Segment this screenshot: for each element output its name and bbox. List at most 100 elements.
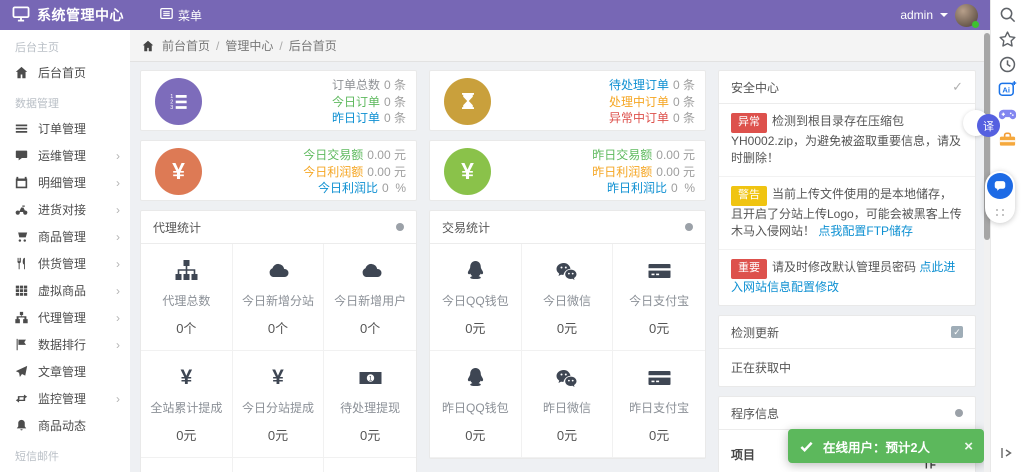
sidebar-item-ops[interactable]: 运维管理› [0,142,130,169]
stat-cell: 昨日支付宝0元 [613,351,705,458]
yen-icon: ¥ [155,148,202,195]
cloud-icon [235,258,322,284]
sidebar-item-dashboard[interactable]: 后台首页 [0,59,130,86]
sidebar-item-orders[interactable]: 订单管理 [0,115,130,142]
breadcrumb-item[interactable]: 管理中心 [225,37,273,54]
stat-label: 待处理订单 [609,78,669,92]
security-notice: 异常检测到根目录存在压缩包YH0002.zip，为避免被盗取重要信息，请及时删除… [719,104,975,176]
caret-down-icon [940,13,948,17]
bell-icon [15,419,29,432]
sidebar-item-goods[interactable]: 商品管理› [0,223,130,250]
stat-label: 今日利润比 [318,181,378,195]
stat-label: 订单总数 [332,78,380,92]
stat-label: 今日利润额 [303,165,363,179]
favorites-star-icon[interactable] [998,29,1018,49]
panel-title: 程序信息 [731,405,779,422]
panel-title: 代理统计 [153,219,201,236]
ai-assistant-icon[interactable]: Ai [998,79,1018,99]
list-icon [15,122,29,135]
chevron-right-icon: › [116,204,120,216]
svg-text:1: 1 [368,376,372,383]
yesterday-trade-card: ¥ 昨日交易额0.00 元 昨日利润额0.00 元 昨日利润比0 % [429,140,706,201]
yen-icon: ¥ [143,365,230,391]
browser-side-panel: Ai [990,0,1024,472]
sidebar-item-articles[interactable]: 文章管理 [0,358,130,385]
panel-dot-icon[interactable] [685,223,693,231]
sidebar-item-supply[interactable]: 供货管理› [0,250,130,277]
stat-label: 昨日交易额 [592,148,652,162]
ftp-config-link[interactable]: 点我配置FTP储存 [818,224,913,238]
toolbox-icon[interactable] [998,129,1018,149]
breadcrumb-separator: / [216,39,219,53]
stat-cell: 1 待处理提现0元 [324,351,416,458]
sidebar-item-monitoring[interactable]: 监控管理› [0,385,130,412]
search-icon[interactable] [998,4,1018,24]
qq-icon [432,258,519,284]
retweet-icon [15,392,29,405]
status-badge: 异常 [731,113,767,133]
trade-stats-panel: 交易统计 今日QQ钱包0元 今日微信0元 今日支付宝0元 [429,210,706,459]
sidebar-section-data: 数据管理 [0,86,130,115]
today-trade-card: ¥ 今日交易额0.00 元 今日利润额0.00 元 今日利润比0 % [140,140,417,201]
panel-dot-icon[interactable] [396,223,404,231]
security-notice: 重要请及时修改默认管理员密码 点此进入网站信息配置修改 [719,249,975,305]
stat-cell: 今日微信0元 [522,244,614,351]
stat-cell: 今日QQ钱包0元 [430,244,522,351]
avatar[interactable] [955,4,978,27]
menu-button[interactable]: 菜单 [150,0,212,30]
yen-icon: ¥ [444,148,491,195]
stat-cell: 今日新增分站0个 [233,244,325,351]
stat-cell: ¥ [233,458,325,472]
ai-label: Ai [1002,85,1010,94]
qq-icon [432,365,519,391]
svg-text:3: 3 [170,105,173,111]
sidebar-item-purchasing[interactable]: 进货对接› [0,196,130,223]
expand-panel-icon[interactable] [998,445,1014,464]
app-title: 系统管理中心 [37,5,124,25]
motorcycle-icon [15,203,29,216]
wechat-icon [524,365,611,391]
sidebar-item-agents[interactable]: 代理管理› [0,304,130,331]
ordered-list-icon: 123 [155,78,202,125]
top-header-bar: 系统管理中心 菜单 admin [0,0,990,30]
history-clock-icon[interactable] [998,54,1018,74]
sidebar-item-details[interactable]: 明细管理› [0,169,130,196]
security-center-panel: 安全中心✓ 异常检测到根目录存在压缩包YH0002.zip，为避免被盗取重要信息… [718,70,976,306]
panel-title: 安全中心 [731,79,779,96]
user-menu[interactable]: admin [900,4,990,27]
assistant-fab[interactable] [985,171,1015,223]
checkbox-icon[interactable]: ✓ [951,326,963,338]
drag-handle-icon[interactable] [996,209,998,211]
calendar-icon [15,176,29,189]
chevron-right-icon: › [116,258,120,270]
chevron-right-icon: › [116,177,120,189]
sidebar-item-product-updates[interactable]: 商品动态 [0,412,130,439]
sidebar-section-home: 后台主页 [0,30,130,59]
wechat-icon [524,258,611,284]
yen-icon: ¥ [235,365,322,391]
panel-dot-icon[interactable] [955,409,963,417]
main-content: 前台首页 / 管理中心 / 后台首页 123 订单总数0 条 今日订单0 条 昨… [130,30,984,472]
money-bill-icon: 1 [326,365,414,391]
cutlery-icon [15,257,29,270]
stat-cell: ¥ 全站累计提成0元 [141,351,233,458]
chat-bubble-icon[interactable] [987,173,1013,199]
cart-icon [15,230,29,243]
breadcrumb-item[interactable]: 前台首页 [162,37,210,54]
update-check-panel: 检测更新✓ 正在获取中 [718,315,976,387]
translate-icon[interactable]: 译 [977,114,1000,137]
breadcrumb-item[interactable]: 后台首页 [289,37,337,54]
sidebar-item-virtual-goods[interactable]: 虚拟商品› [0,277,130,304]
flag-icon [15,338,29,351]
security-notice: 警告当前上传文件使用的是本地储存，且开启了分站上传Logo，可能会被黑客上传木马… [719,176,975,249]
stat-label: 异常中订单 [609,111,669,125]
sidebar-item-rankings[interactable]: 数据排行› [0,331,130,358]
games-controller-icon[interactable] [998,104,1018,124]
panel-title: 检测更新 [731,324,779,341]
app-brand[interactable]: 系统管理中心 [0,5,132,25]
sidebar-nav: 后台主页 后台首页 数据管理 订单管理 运维管理› 明细管理› 进货对接› 商品… [0,30,130,472]
stat-cell: ¥ 今日分站提成0元 [233,351,325,458]
hourglass-icon [444,78,491,125]
close-icon[interactable]: × [964,438,973,455]
stat-label: 处理中订单 [609,95,669,109]
